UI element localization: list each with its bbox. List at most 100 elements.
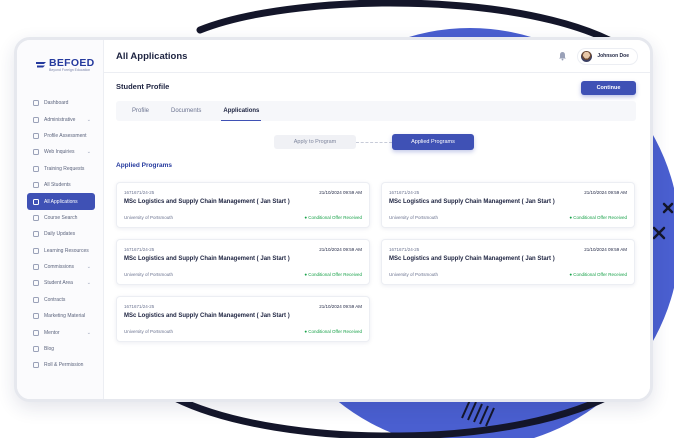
sidebar-item-label: Student Area [44, 280, 73, 287]
sidebar-item-blog[interactable]: Blog [27, 341, 95, 357]
sidebar-item-label: Course Search [44, 214, 78, 221]
application-date: 21/10/2024 09:59 AM [319, 247, 362, 252]
profile-icon [33, 132, 39, 139]
search-icon [33, 214, 39, 221]
university-name: University of Portsmouth [124, 329, 174, 334]
sidebar-item-label: Marketing Material [44, 313, 86, 320]
sidebar-item-all-students[interactable]: All Students [27, 177, 95, 193]
application-id: 1671671/24-25 [124, 304, 155, 309]
status-badge: ● Conditional Offer Received [304, 215, 362, 220]
sidebar-item-student-area[interactable]: Student Area ⌄ [27, 275, 95, 291]
sidebar-item-label: Contracts [44, 296, 66, 303]
permission-icon [33, 362, 39, 369]
application-card[interactable]: 1671671/24-25 21/10/2024 09:59 AM MSc Logi… [116, 239, 370, 285]
resources-icon [33, 247, 39, 254]
status-badge: ● Conditional Offer Received [569, 215, 627, 220]
brand-name: BEFOED [49, 57, 95, 69]
marketing-icon [33, 313, 39, 320]
status-badge: ● Conditional Offer Received [569, 272, 627, 277]
sidebar-nav: Dashboard Administrative ⌄ Profile Assessme… [17, 95, 103, 374]
sidebar-item-all-applications[interactable]: All Applications [27, 193, 95, 210]
sidebar-item-label: All Applications [44, 198, 78, 205]
sidebar-item-label: Roll & Permission [44, 362, 84, 369]
course-name: MSc Logistics and Supply Chain Managemen… [124, 256, 290, 262]
student-profile-title: Student Profile [116, 82, 170, 91]
application-card[interactable]: 1671671/24-25 21/10/2024 09:59 AM MSc Logi… [381, 182, 635, 228]
chevron-down-icon: ⌄ [86, 280, 91, 287]
logo-wing-icon [36, 62, 46, 68]
sidebar-item-commissions[interactable]: Commissions ⌄ [27, 259, 95, 275]
training-icon [33, 165, 39, 172]
application-id: 1671671/24-25 [389, 247, 420, 252]
bell-icon[interactable] [558, 51, 567, 61]
applied-programs-button[interactable]: Applied Programs [392, 134, 474, 150]
tab-profile[interactable]: Profile [132, 101, 149, 121]
tab-applications[interactable]: Applications [221, 101, 262, 121]
sidebar-item-label: Profile Assessment [44, 132, 87, 139]
application-card[interactable]: 1671671/24-25 21/10/2024 09:59 AM MSc Logi… [116, 296, 370, 342]
sidebar-item-label: All Students [44, 182, 71, 189]
sidebar-item-training-requests[interactable]: Training Requests [27, 161, 95, 177]
apply-to-program-button[interactable]: Apply to Program [274, 135, 356, 149]
brand-logo[interactable]: BEFOED Beyond Foreign Education [35, 58, 95, 72]
contracts-icon [33, 296, 39, 303]
students-icon [33, 182, 39, 189]
application-id: 1671671/24-25 [389, 190, 420, 195]
university-name: University of Portsmouth [124, 215, 174, 220]
dashboard-icon [33, 100, 39, 107]
sidebar-item-label: Learning Resources [44, 247, 89, 254]
sidebar-item-web-inquiries[interactable]: Web Inquiries ⌄ [27, 144, 95, 160]
user-menu[interactable]: Johnson Doe [577, 47, 638, 65]
sidebar-item-mentor[interactable]: Mentor ⌄ [27, 324, 95, 340]
sidebar-item-roll-permission[interactable]: Roll & Permission [27, 357, 95, 373]
sidebar-item-learning-resources[interactable]: Learning Resources [27, 243, 95, 259]
tab-documents[interactable]: Documents [171, 101, 201, 121]
chevron-down-icon: ⌄ [86, 149, 91, 156]
admin-icon [33, 116, 39, 123]
program-toggle: Apply to Program Applied Programs [274, 134, 474, 150]
mentor-icon [33, 329, 39, 336]
course-name: MSc Logistics and Supply Chain Managemen… [389, 256, 555, 262]
sidebar-item-administrative[interactable]: Administrative ⌄ [27, 111, 95, 127]
continue-button[interactable]: Continue [581, 81, 636, 95]
university-name: University of Portsmouth [124, 272, 174, 277]
sidebar-item-label: Blog [44, 346, 55, 353]
application-date: 21/10/2024 09:59 AM [319, 190, 362, 195]
application-card[interactable]: 1671671/24-25 21/10/2024 09:59 AM MSc Logi… [381, 239, 635, 285]
status-badge: ● Conditional Offer Received [304, 272, 362, 277]
course-name: MSc Logistics and Supply Chain Managemen… [124, 199, 290, 205]
applications-grid: 1671671/24-25 21/10/2024 09:59 AM MSc Logi… [116, 182, 636, 342]
sidebar-item-label: Dashboard [44, 100, 69, 107]
chevron-down-icon: ⌄ [86, 329, 91, 336]
top-bar-actions: Johnson Doe [558, 47, 638, 65]
sidebar-item-label: Daily Updates [44, 231, 76, 238]
updates-icon [33, 231, 39, 238]
sidebar-item-label: Web Inquiries [44, 149, 75, 156]
university-name: University of Portsmouth [389, 272, 439, 277]
commission-icon [33, 264, 39, 271]
brand-tagline: Beyond Foreign Education [49, 68, 91, 72]
application-date: 21/10/2024 09:59 AM [319, 304, 362, 309]
sidebar-item-label: Administrative [44, 116, 76, 123]
sidebar-item-profile-assessment[interactable]: Profile Assessment [27, 128, 95, 144]
sidebar-item-label: Commissions [44, 264, 75, 271]
profile-tabs: Profile Documents Applications [116, 101, 636, 121]
application-date: 21/10/2024 09:59 AM [584, 247, 627, 252]
sidebar-item-daily-updates[interactable]: Daily Updates [27, 226, 95, 242]
cross-marks [652, 202, 674, 240]
sidebar-item-contracts[interactable]: Contracts [27, 292, 95, 308]
application-card[interactable]: 1671671/24-25 21/10/2024 09:59 AM MSc Logi… [116, 182, 370, 228]
application-date: 21/10/2024 09:59 AM [584, 190, 627, 195]
sidebar-item-dashboard[interactable]: Dashboard [27, 95, 95, 111]
student-area-icon [33, 280, 39, 287]
sidebar-item-course-search[interactable]: Course Search [27, 210, 95, 226]
user-name: Johnson Doe [597, 53, 629, 59]
sidebar-item-label: Training Requests [44, 165, 85, 172]
hatch-marks [461, 399, 495, 427]
course-name: MSc Logistics and Supply Chain Managemen… [389, 199, 555, 205]
chevron-down-icon: ⌄ [86, 264, 91, 271]
page-title: All Applications [116, 50, 188, 62]
sidebar-item-marketing-material[interactable]: Marketing Material [27, 308, 95, 324]
blog-icon [33, 346, 39, 353]
application-id: 1671671/24-25 [124, 190, 155, 195]
